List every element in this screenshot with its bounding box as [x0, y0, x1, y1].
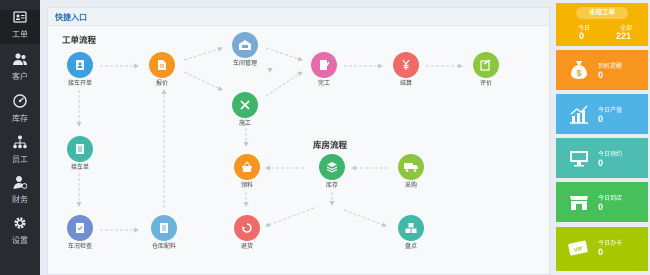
node-purchase[interactable]: 采购	[391, 154, 431, 190]
clipboard-check-icon	[67, 215, 93, 241]
yen-icon	[393, 52, 419, 78]
stat-title: 今日产值	[598, 108, 623, 114]
stat-value: 0	[598, 70, 604, 80]
contact-book-icon	[67, 52, 93, 78]
node-label: 车况检查	[67, 244, 92, 250]
node-pickup[interactable]: 接车单	[60, 136, 100, 172]
stat-value: 0	[598, 114, 604, 124]
stat-title: 今日到店	[598, 196, 623, 202]
growth-chart-icon	[568, 103, 590, 125]
node-material[interactable]: 领料	[227, 154, 267, 190]
node-inventory[interactable]: 盘点	[391, 215, 431, 251]
today-value: 0	[579, 31, 585, 41]
node-label: 完工	[317, 81, 330, 87]
node-label: 库存	[325, 183, 338, 189]
stat-title: 今日办卡	[598, 241, 623, 247]
pending-orders-tag: 未结工单	[576, 7, 628, 19]
node-label: 领料	[240, 183, 253, 189]
stat-title: 今日预约	[598, 152, 623, 158]
monitor-icon	[568, 147, 590, 169]
node-label: 评价	[479, 81, 492, 87]
garage-icon	[232, 32, 258, 58]
document-icon	[149, 52, 175, 78]
total-value: 221	[616, 31, 632, 41]
node-return[interactable]: 退货	[227, 215, 267, 251]
node-label: 施工	[238, 121, 251, 127]
truck-icon	[398, 154, 424, 180]
stat-card-reminder[interactable]: $ 到机提醒 0	[556, 50, 648, 90]
node-garage[interactable]: 车间管理	[225, 32, 265, 68]
stat-value: 0	[598, 202, 604, 212]
node-complete[interactable]: 完工	[304, 52, 344, 88]
node-label: 车间管理	[232, 61, 257, 67]
svg-text:$: $	[577, 69, 582, 78]
return-icon	[234, 215, 260, 241]
node-label: 采购	[404, 183, 417, 189]
node-receive[interactable]: 接车开单	[60, 52, 100, 88]
node-label: 报价	[155, 81, 168, 87]
tools-icon	[232, 92, 258, 118]
boxes-icon	[398, 215, 424, 241]
pencil-icon	[311, 52, 337, 78]
edit-check-icon	[473, 52, 499, 78]
node-label: 接车单	[70, 165, 89, 171]
node-quote[interactable]: 报价	[142, 52, 182, 88]
node-stock[interactable]: 库存	[312, 154, 352, 190]
stat-card-appointment[interactable]: 今日预约 0	[556, 138, 648, 178]
node-storeparts[interactable]: 仓库配料	[144, 215, 184, 251]
node-label: 盘点	[404, 244, 417, 250]
node-label: 结算	[399, 81, 412, 87]
pending-orders-card[interactable]: 未结工单 今日 0 全部 221	[556, 3, 648, 46]
node-label: 接车开单	[67, 81, 92, 87]
node-construct[interactable]: 施工	[225, 92, 265, 128]
clipboard-list-icon	[151, 215, 177, 241]
layers-icon	[319, 154, 345, 180]
stat-value: 0	[598, 247, 604, 257]
node-inspect[interactable]: 车况检查	[60, 215, 100, 251]
basket-icon	[234, 154, 260, 180]
stat-card-arrival[interactable]: 今日到店 0	[556, 182, 648, 222]
storefront-icon	[568, 191, 590, 213]
vip-card-icon: VIP	[568, 236, 590, 258]
node-label: 退货	[240, 244, 253, 250]
stat-value: 0	[598, 158, 604, 168]
node-label: 仓库配料	[151, 244, 176, 250]
node-review[interactable]: 评价	[466, 52, 506, 88]
money-bag-icon: $	[568, 59, 590, 81]
node-settle[interactable]: 结算	[386, 52, 426, 88]
stat-title: 到机提醒	[598, 64, 623, 70]
list-icon	[67, 136, 93, 162]
stat-card-membership[interactable]: VIP 今日办卡 0	[556, 227, 648, 271]
stat-card-output[interactable]: 今日产值 0	[556, 94, 648, 134]
